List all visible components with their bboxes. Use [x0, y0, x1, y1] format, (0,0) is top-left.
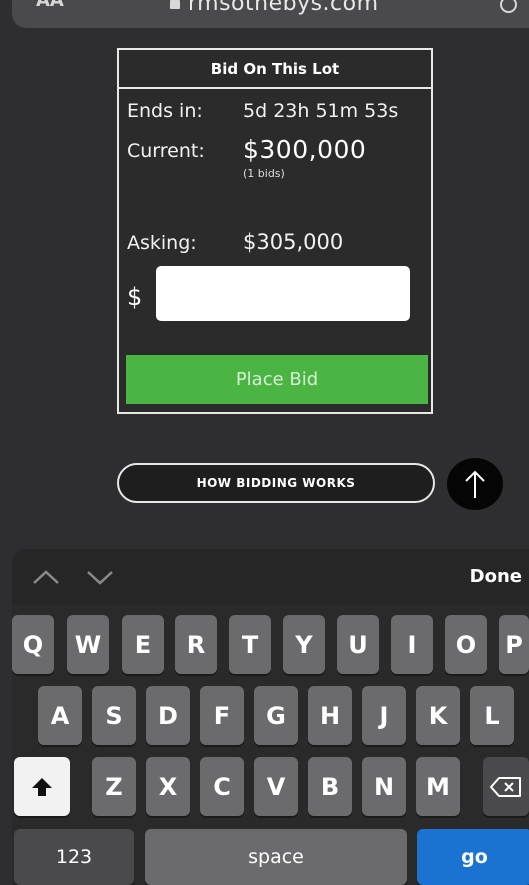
bid-panel: Bid On This Lot Ends in: 5d 23h 51m 53s …: [117, 48, 433, 414]
space-key[interactable]: space: [145, 829, 407, 885]
key-v[interactable]: V: [254, 757, 298, 816]
on-screen-keyboard: Q W E R T Y U I O P A S D F G H J K L Z …: [12, 605, 529, 885]
ends-in-label: Ends in:: [127, 100, 203, 122]
bids-count: (1 bids): [243, 167, 285, 180]
key-e[interactable]: E: [122, 615, 164, 674]
asking-value: $305,000: [243, 230, 344, 254]
backspace-key[interactable]: [483, 757, 529, 816]
key-i[interactable]: I: [391, 615, 433, 674]
key-u[interactable]: U: [337, 615, 379, 674]
bid-amount-input[interactable]: [156, 266, 410, 321]
key-d[interactable]: D: [146, 686, 190, 745]
key-p[interactable]: P: [499, 615, 529, 674]
done-button[interactable]: Done: [470, 566, 522, 587]
how-bidding-works-button[interactable]: HOW BIDDING WORKS: [117, 463, 435, 503]
key-o[interactable]: O: [445, 615, 487, 674]
lock-icon: [170, 0, 180, 9]
text-size-button[interactable]: AA: [36, 0, 64, 11]
backspace-icon: [490, 776, 521, 797]
chevron-down-icon[interactable]: [84, 563, 116, 591]
go-key[interactable]: go: [417, 829, 529, 885]
key-x[interactable]: X: [146, 757, 190, 816]
place-bid-button[interactable]: Place Bid: [126, 355, 428, 404]
arrow-up-icon: [465, 470, 485, 498]
chevron-up-icon[interactable]: [30, 563, 62, 591]
key-m[interactable]: M: [416, 757, 460, 816]
key-n[interactable]: N: [362, 757, 406, 816]
key-w[interactable]: W: [67, 615, 109, 674]
url-text[interactable]: rmsothebys.com: [188, 0, 379, 16]
shift-arrow-icon: [32, 777, 52, 796]
ends-in-value: 5d 23h 51m 53s: [243, 100, 399, 122]
key-f[interactable]: F: [200, 686, 244, 745]
numbers-key[interactable]: 123: [14, 829, 134, 885]
asking-label: Asking:: [127, 232, 197, 254]
key-a[interactable]: A: [38, 686, 82, 745]
key-k[interactable]: K: [416, 686, 460, 745]
key-c[interactable]: C: [200, 757, 244, 816]
current-bid-value: $300,000: [243, 135, 367, 164]
key-y[interactable]: Y: [283, 615, 325, 674]
browser-address-bar[interactable]: AA rmsothebys.com: [12, 0, 529, 28]
key-t[interactable]: T: [229, 615, 271, 674]
key-l[interactable]: L: [470, 686, 514, 745]
current-label: Current:: [127, 140, 205, 162]
scroll-to-top-button[interactable]: [447, 458, 503, 510]
key-z[interactable]: Z: [92, 757, 136, 816]
key-r[interactable]: R: [175, 615, 217, 674]
keyboard-accessory-bar: Done: [12, 549, 529, 605]
reload-icon[interactable]: [500, 0, 517, 13]
key-b[interactable]: B: [308, 757, 352, 816]
key-g[interactable]: G: [254, 686, 298, 745]
bid-panel-title: Bid On This Lot: [119, 50, 431, 89]
key-q[interactable]: Q: [12, 615, 54, 674]
key-h[interactable]: H: [308, 686, 352, 745]
currency-symbol: $: [127, 283, 143, 311]
key-j[interactable]: J: [362, 686, 406, 745]
key-s[interactable]: S: [92, 686, 136, 745]
shift-key[interactable]: [14, 757, 70, 816]
